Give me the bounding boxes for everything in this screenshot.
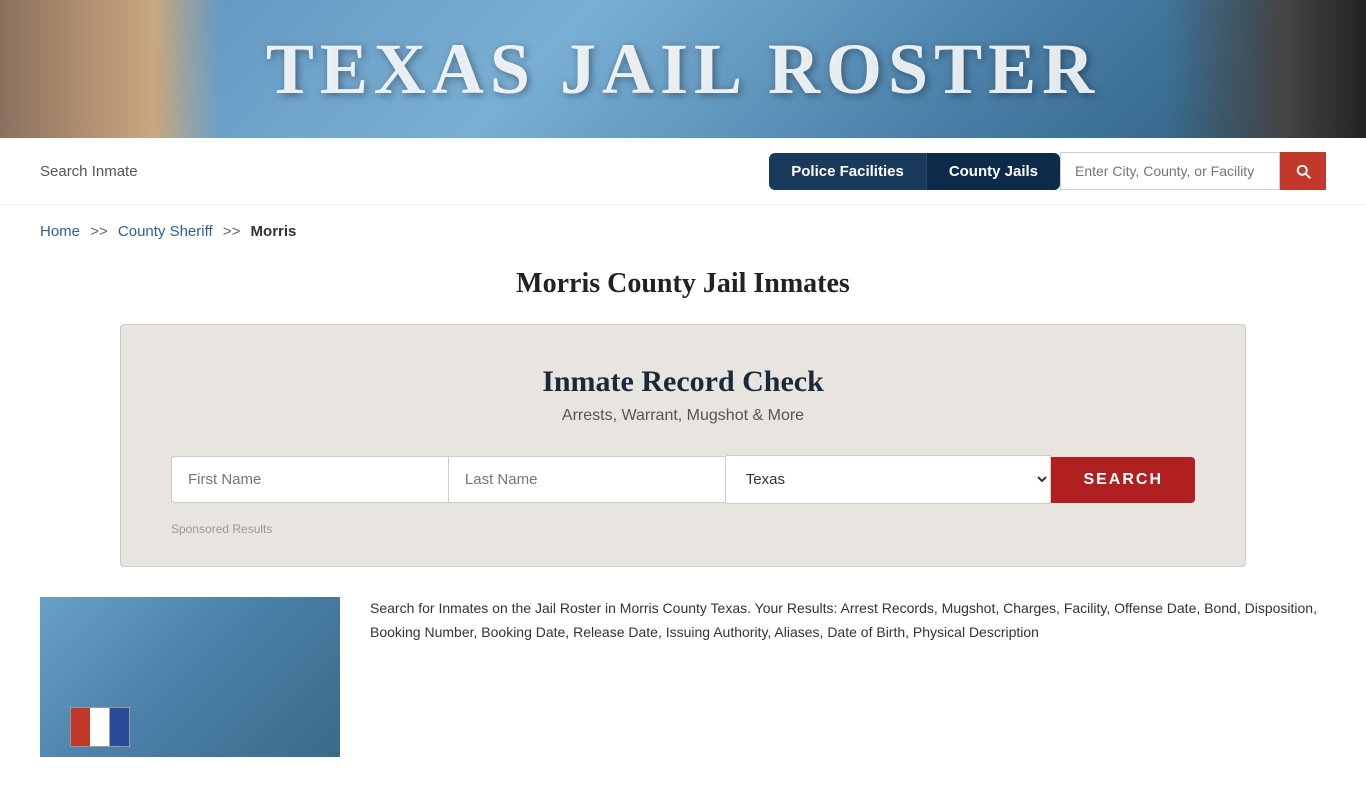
record-search-button[interactable]: SEARCH: [1051, 457, 1195, 503]
nav-buttons: Police Facilities County Jails: [769, 152, 1326, 190]
facility-search-button[interactable]: [1280, 152, 1326, 190]
breadcrumb-current: Morris: [251, 223, 297, 240]
header-banner: TEXAS JAIL ROSTER: [0, 0, 1366, 138]
search-icon: [1294, 162, 1312, 180]
banner-right-decoration: [1166, 0, 1366, 138]
site-title: TEXAS JAIL ROSTER: [266, 28, 1100, 111]
record-check-subtitle: Arrests, Warrant, Mugshot & More: [171, 407, 1195, 425]
breadcrumb-sep-1: >>: [90, 223, 108, 240]
description-text: Search for Inmates on the Jail Roster in…: [370, 597, 1326, 757]
description-section: Search for Inmates on the Jail Roster in…: [40, 597, 1326, 787]
breadcrumb-home-link[interactable]: Home: [40, 223, 80, 240]
record-check-form: Texas Alabama Alaska Arizona Arkansas Ca…: [171, 455, 1195, 504]
sponsored-label: Sponsored Results: [171, 522, 1195, 536]
record-check-section: Inmate Record Check Arrests, Warrant, Mu…: [120, 324, 1246, 567]
first-name-input[interactable]: [171, 456, 449, 503]
last-name-input[interactable]: [449, 456, 726, 503]
police-facilities-button[interactable]: Police Facilities: [769, 153, 926, 190]
search-inmate-label: Search Inmate: [40, 163, 138, 180]
nav-bar: Search Inmate Police Facilities County J…: [0, 138, 1366, 205]
flag-decoration: [70, 707, 130, 747]
banner-capitol-decoration: [0, 0, 220, 138]
page-title: Morris County Jail Inmates: [0, 268, 1366, 300]
record-check-title: Inmate Record Check: [171, 365, 1195, 399]
facility-search-input[interactable]: [1060, 152, 1280, 190]
location-image: [40, 597, 340, 757]
breadcrumb-county-sheriff-link[interactable]: County Sheriff: [118, 223, 213, 240]
breadcrumb: Home >> County Sheriff >> Morris: [0, 205, 1366, 250]
breadcrumb-sep-2: >>: [223, 223, 241, 240]
county-jails-button[interactable]: County Jails: [926, 153, 1060, 190]
state-select[interactable]: Texas Alabama Alaska Arizona Arkansas Ca…: [726, 455, 1052, 504]
